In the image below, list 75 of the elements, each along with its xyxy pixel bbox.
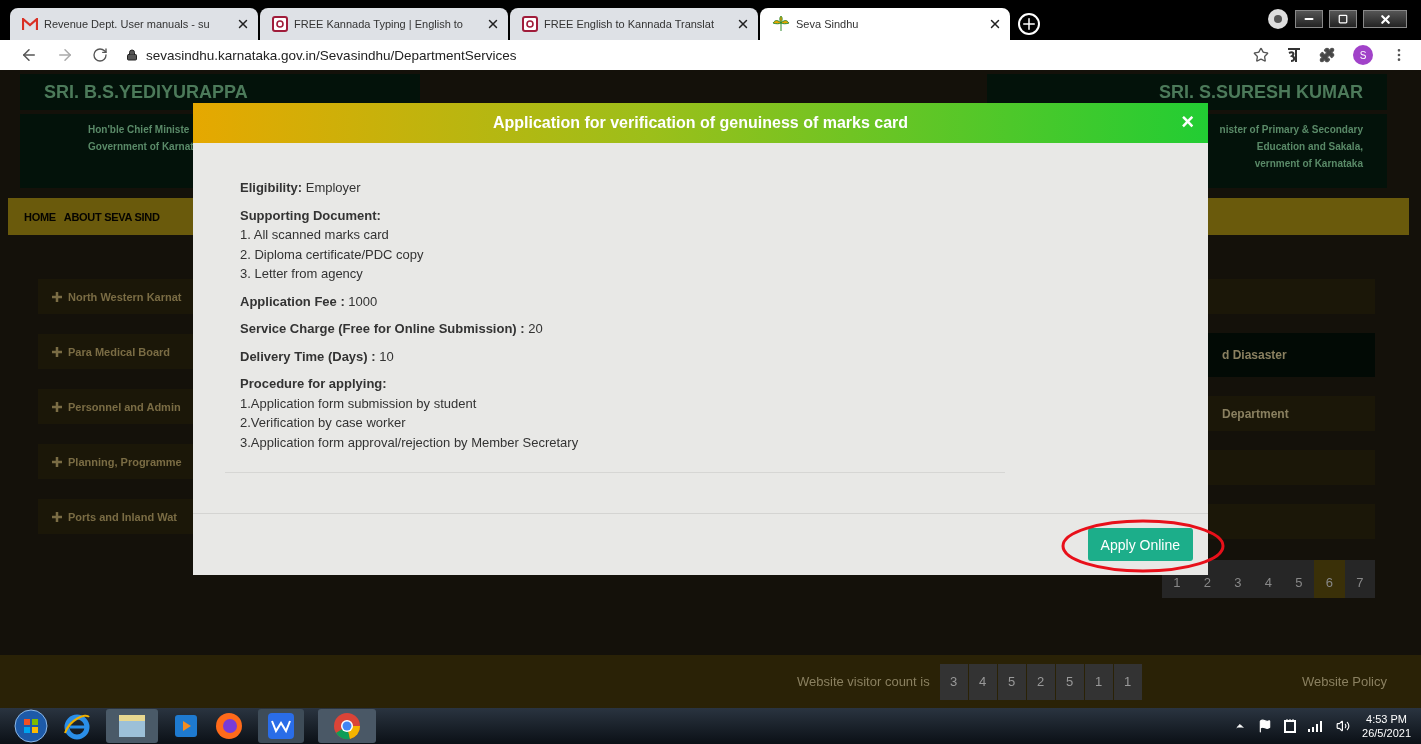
minimize-button[interactable] (1295, 10, 1323, 28)
volume-icon[interactable] (1336, 719, 1351, 733)
list-item: 2.Verification by case worker (240, 414, 407, 432)
device-icon[interactable] (1284, 719, 1297, 733)
reload-icon[interactable] (92, 47, 108, 63)
profile-icon[interactable] (1267, 8, 1289, 30)
close-icon[interactable] (988, 17, 1002, 31)
close-icon[interactable] (736, 17, 750, 31)
signal-icon[interactable] (1308, 720, 1325, 732)
maximize-icon (1338, 14, 1348, 24)
visitor-digit: 1 (1113, 663, 1142, 700)
plus-icon (52, 401, 62, 412)
list-item: 3.Application form approval/rejection by Member Secretary (240, 433, 580, 452)
visitor-digit: 2 (1026, 663, 1055, 700)
maximize-button[interactable] (1329, 10, 1357, 28)
page-number[interactable]: 5 (1283, 560, 1314, 598)
flag-icon[interactable] (1258, 719, 1273, 733)
minister-title: Government of Karnat (88, 141, 194, 152)
extension-icon[interactable] (1287, 47, 1301, 63)
detail-field: Eligibility: Employer (240, 179, 1005, 198)
clock[interactable]: 4:53 PM 26/5/2021 (1362, 712, 1411, 740)
detail-field: Service Charge (Free for Online Submission) : 20 (240, 320, 1005, 339)
list-item: 1. All scanned marks card (240, 226, 390, 244)
media-player-icon[interactable] (172, 712, 200, 740)
leaf-icon (772, 16, 790, 32)
extensions-icon[interactable] (1319, 47, 1335, 63)
back-icon[interactable] (20, 46, 38, 64)
minister-title: vernment of Karnataka (1254, 158, 1363, 169)
visitor-digit: 5 (1055, 663, 1084, 700)
minister-title: Hon'ble Chief Ministe (88, 124, 190, 135)
detail-field: Delivery Time (Days) : 10 (240, 347, 1005, 366)
start-icon[interactable] (14, 709, 48, 743)
profile-avatar[interactable]: S (1353, 45, 1373, 65)
page-number[interactable]: 4 (1253, 560, 1284, 598)
policy-link[interactable]: Website Policy (1302, 674, 1387, 689)
page-number[interactable]: 3 (1222, 560, 1253, 598)
close-icon[interactable] (486, 17, 500, 31)
star-icon[interactable] (1253, 47, 1269, 63)
new-tab-icon[interactable] (1018, 13, 1040, 35)
visitor-digit: 3 (939, 663, 968, 700)
list-item: 3. Letter from agency (240, 265, 364, 283)
visitor-digit: 5 (997, 663, 1026, 700)
close-icon (1378, 12, 1392, 26)
minister-title: nister of Primary & Secondary (1219, 124, 1363, 135)
browser-tab[interactable]: Revenue Dept. User manuals - su (10, 8, 258, 40)
visitor-digit: 4 (968, 663, 997, 700)
section-heading: Supporting Document: (240, 206, 382, 225)
detail-field: Application Fee : 1000 (240, 292, 1005, 311)
browser-tab[interactable]: Seva Sindhu (760, 8, 1010, 40)
browser-tab[interactable]: FREE Kannada Typing | English to (260, 8, 508, 40)
app-icon (522, 16, 538, 32)
visitor-count-label: Website visitor count is (797, 674, 930, 689)
plus-icon (52, 511, 62, 522)
list-item: 2. Diploma certificate/PDC copy (240, 245, 425, 264)
folder-icon[interactable] (106, 709, 158, 743)
visitor-digit: 1 (1084, 663, 1113, 700)
app-icon (272, 16, 288, 32)
page-number[interactable]: 6 (1314, 560, 1345, 598)
page-number[interactable]: 7 (1344, 560, 1375, 598)
plus-icon (52, 291, 62, 302)
plus-icon (52, 346, 62, 357)
address-bar[interactable]: sevasindhu.karnataka.gov.in/Sevasindhu/DepartmentServices (146, 47, 517, 63)
lock-icon (126, 49, 138, 61)
browser-tab[interactable]: FREE English to Kannada Translat (510, 8, 758, 40)
mail-icon (22, 18, 38, 30)
apply-online-button[interactable]: Apply Online (1087, 528, 1193, 561)
nav-link[interactable]: ABOUT SEVA SIND (63, 210, 160, 223)
list-item: 1.Application form submission by student (240, 394, 478, 413)
section-heading: Procedure for applying: (240, 375, 388, 393)
dialog-title: Application for verification of genuiness of marks card (492, 114, 909, 132)
close-icon[interactable] (236, 17, 250, 31)
close-window-button[interactable] (1363, 10, 1407, 28)
plus-icon (52, 456, 62, 467)
nav-link[interactable]: HOME (24, 210, 56, 223)
minister-title: Education and Sakala, (1256, 141, 1363, 152)
